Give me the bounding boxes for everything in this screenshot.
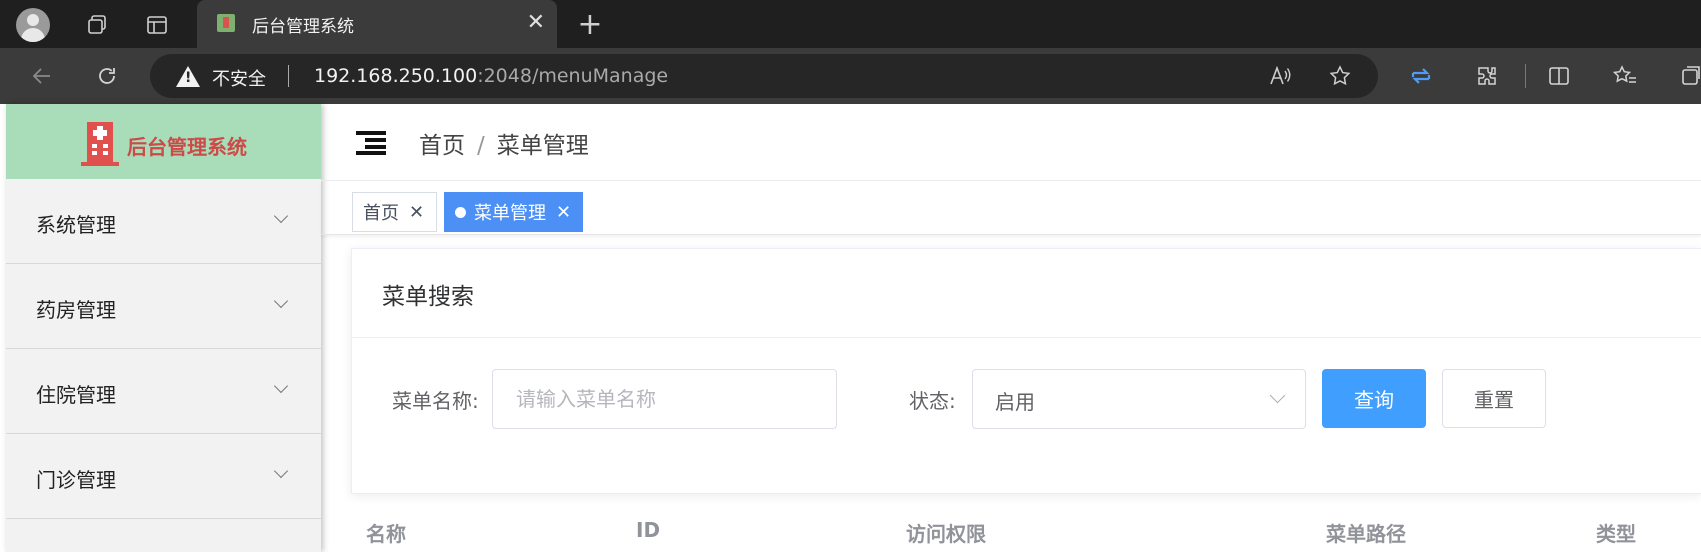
close-icon[interactable]: ✕ — [409, 202, 424, 223]
sidebar-item-system[interactable]: 系统管理 — [6, 179, 321, 264]
workspaces-icon[interactable] — [80, 8, 114, 42]
collections-icon[interactable] — [1676, 61, 1701, 91]
column-header-type[interactable]: 类型 — [1596, 518, 1636, 547]
close-icon[interactable]: ✕ — [556, 202, 571, 223]
refresh-icon[interactable] — [92, 61, 122, 91]
logo-bar[interactable]: 后台管理系统 — [6, 104, 321, 179]
column-header-permission[interactable]: 访问权限 — [906, 518, 986, 547]
column-header-path[interactable]: 菜单路径 — [1326, 518, 1406, 547]
tag-label: 首页 — [363, 203, 399, 224]
chevron-down-icon — [273, 208, 289, 224]
active-dot-icon — [455, 206, 466, 218]
menu-name-input[interactable] — [492, 369, 837, 429]
chevron-down-icon — [273, 378, 289, 394]
sidebar-item-label: 门诊管理 — [36, 468, 116, 492]
tag-label: 菜单管理 — [474, 203, 546, 224]
split-screen-icon[interactable] — [1544, 61, 1574, 91]
breadcrumb-current: 菜单管理 — [496, 133, 589, 159]
close-tab-icon[interactable]: ✕ — [527, 10, 545, 35]
sidebar-item-inpatient[interactable]: 住院管理 — [6, 349, 321, 434]
sidebar: 后台管理系统 系统管理 药房管理 住院管理 门诊管理 — [6, 104, 321, 552]
favorites-icon[interactable] — [1610, 61, 1640, 91]
sidebar-item-label: 药房管理 — [36, 298, 116, 322]
sidebar-item-label: 住院管理 — [36, 383, 116, 407]
column-header-id[interactable]: ID — [636, 518, 660, 542]
profile-avatar-icon[interactable] — [16, 8, 50, 42]
menu-name-label: 菜单名称: — [392, 389, 479, 413]
warning-icon[interactable] — [176, 66, 200, 87]
url-path: :2048/menuManage — [477, 65, 669, 87]
browser-tab-active[interactable]: 后台管理系统 ✕ — [197, 0, 557, 48]
column-header-name[interactable]: 名称 — [366, 518, 406, 547]
chevron-down-icon — [1269, 387, 1286, 404]
status-label: 状态: — [909, 389, 956, 413]
query-button[interactable]: 查询 — [1322, 369, 1426, 428]
favorite-star-icon[interactable] — [1327, 63, 1353, 89]
address-divider — [288, 65, 289, 87]
sync-icon[interactable] — [1406, 61, 1436, 91]
tags-view-bar: 首页 ✕ 菜单管理 ✕ — [321, 182, 1701, 235]
status-select-value: 启用 — [995, 390, 1035, 414]
toolbar-divider — [1525, 64, 1526, 88]
breadcrumb-separator: / — [477, 133, 485, 159]
app-viewport: 后台管理系统 系统管理 药房管理 住院管理 门诊管理 首页 / 菜单管理 首页 … — [0, 104, 1701, 552]
breadcrumb: 首页 / 菜单管理 — [419, 126, 589, 160]
sidebar-item-pharmacy[interactable]: 药房管理 — [6, 264, 321, 349]
menu-collapse-icon[interactable] — [356, 131, 386, 155]
card-divider — [352, 337, 1701, 338]
browser-toolbar: 不安全 192.168.250.100:2048/menuManage — [0, 48, 1701, 104]
hospital-logo-icon — [81, 122, 119, 166]
chevron-down-icon — [273, 463, 289, 479]
browser-tab-bar: 后台管理系统 ✕ + — [0, 0, 1701, 48]
url-text[interactable]: 192.168.250.100:2048/menuManage — [314, 65, 668, 87]
sidebar-item-label: 系统管理 — [36, 213, 116, 237]
read-aloud-icon[interactable] — [1267, 63, 1293, 89]
search-card: 菜单搜索 菜单名称: 状态: 启用 查询 重置 — [351, 248, 1701, 494]
extensions-icon[interactable] — [1472, 61, 1502, 91]
security-label[interactable]: 不安全 — [212, 65, 266, 91]
address-bar[interactable]: 不安全 192.168.250.100:2048/menuManage — [150, 54, 1378, 98]
tag-home[interactable]: 首页 ✕ — [352, 192, 437, 232]
reset-button[interactable]: 重置 — [1442, 369, 1546, 428]
tab-actions-icon[interactable] — [140, 8, 174, 42]
table-header: 名称 ID 访问权限 菜单路径 类型 — [321, 508, 1701, 552]
chevron-down-icon — [273, 293, 289, 309]
app-title: 后台管理系统 — [127, 135, 247, 159]
tag-menu-manage[interactable]: 菜单管理 ✕ — [444, 192, 583, 232]
new-tab-button[interactable]: + — [572, 6, 608, 42]
browser-tab-title: 后台管理系统 — [252, 17, 354, 37]
status-select[interactable]: 启用 — [972, 369, 1306, 429]
card-title: 菜单搜索 — [382, 284, 474, 310]
favicon-icon — [217, 14, 235, 32]
top-header: 首页 / 菜单管理 — [321, 104, 1701, 181]
breadcrumb-home[interactable]: 首页 — [419, 133, 465, 159]
back-icon[interactable] — [27, 61, 57, 91]
url-host: 192.168.250.100 — [314, 65, 478, 87]
sidebar-item-outpatient[interactable]: 门诊管理 — [6, 434, 321, 519]
